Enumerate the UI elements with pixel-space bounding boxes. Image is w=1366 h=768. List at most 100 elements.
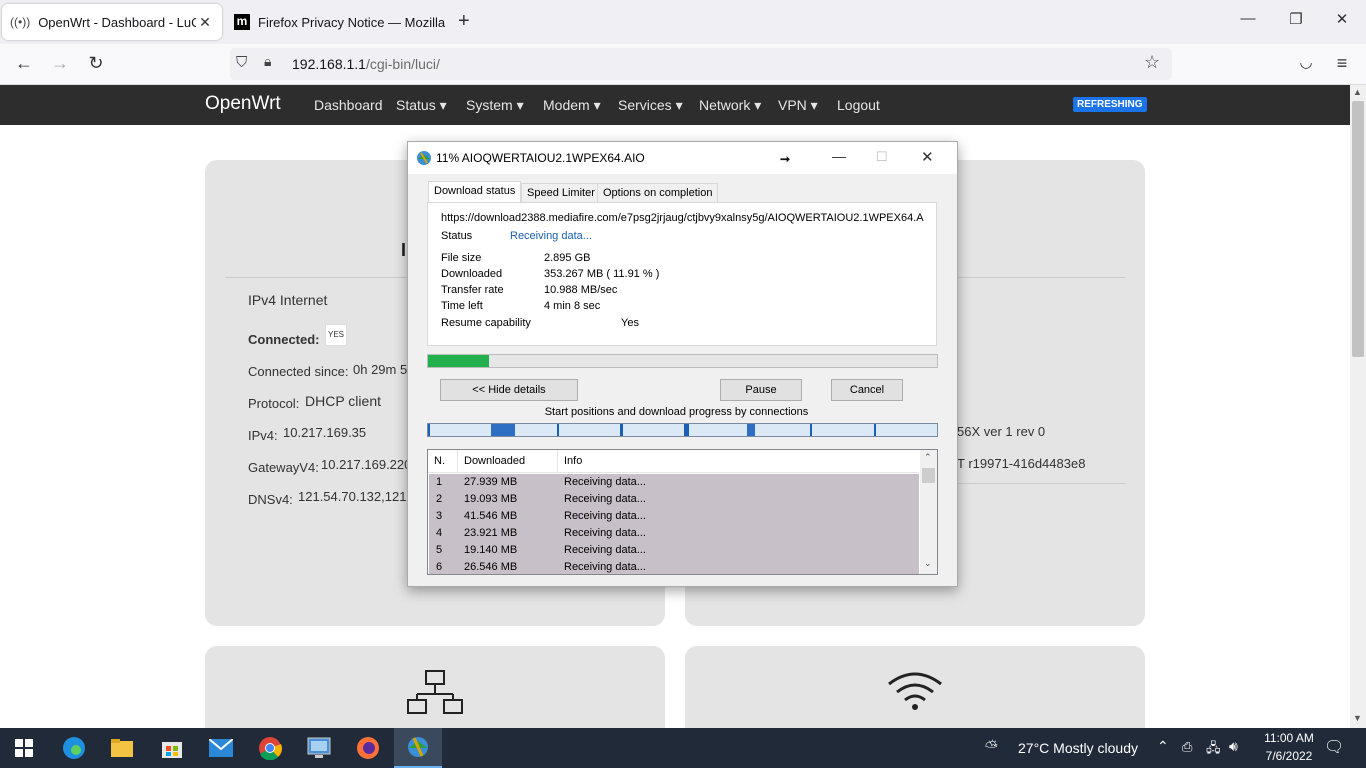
shield-icon[interactable]: ⛉: [236, 54, 247, 71]
broadcast-icon: ((•)): [10, 15, 31, 29]
edge-icon[interactable]: [50, 728, 98, 768]
list-scrollbar-thumb[interactable]: [922, 468, 935, 483]
column-header-info[interactable]: Info: [558, 450, 912, 472]
table-row[interactable]: 2 19.093 MB Receiving data...: [429, 491, 919, 508]
connected-since-value: 0h 29m 5: [353, 362, 408, 377]
restore-window-icon[interactable]: ❐: [1284, 10, 1308, 28]
connection-marker: [557, 424, 559, 436]
control-panel-icon[interactable]: [295, 728, 343, 768]
reload-icon[interactable]: ↻: [84, 53, 108, 74]
download-info-panel: https://download2388.mediafire.com/e7psg…: [427, 202, 937, 346]
menu-vpn[interactable]: VPN ▾: [778, 97, 818, 114]
table-row[interactable]: 6 26.546 MB Receiving data...: [429, 559, 919, 574]
maximize-dialog-icon[interactable]: ☐: [876, 149, 888, 165]
column-header-n[interactable]: N.: [428, 450, 458, 472]
url-path: /cgi-bin/luci/: [365, 56, 440, 72]
minimize-window-icon[interactable]: —: [1236, 10, 1260, 27]
weather-text[interactable]: 27°C Mostly cloudy: [1018, 740, 1138, 756]
tab-firefox-privacy[interactable]: m Firefox Privacy Notice — Mozilla: [226, 4, 454, 40]
status-value: Receiving data...: [510, 230, 592, 242]
cell-info: Receiving data...: [564, 561, 646, 573]
connections-list: N. Downloaded Info 1 27.939 MB Receiving d…: [427, 449, 938, 575]
menu-modem[interactable]: Modem ▾: [543, 97, 601, 114]
network-status-icon[interactable]: ⎙: [1182, 739, 1192, 755]
clock-time[interactable]: 11:00 AM: [1256, 731, 1322, 745]
notifications-icon[interactable]: 🗨︎: [1324, 737, 1344, 757]
menu-network[interactable]: Network ▾: [699, 97, 761, 114]
refreshing-badge[interactable]: REFRESHING: [1073, 97, 1147, 112]
table-row[interactable]: 4 23.921 MB Receiving data...: [429, 525, 919, 542]
url-bar[interactable]: ⛉ 🔒︎ 192.168.1.1/cgi-bin/luci/ ☆: [230, 48, 1172, 80]
connection-marker: [684, 424, 689, 436]
cell-n: 1: [436, 476, 443, 488]
tab-options-on-completion[interactable]: Options on completion: [597, 183, 719, 203]
hide-details-button[interactable]: << Hide details: [440, 379, 578, 401]
list-scrollbar[interactable]: ⌃ ⌄: [920, 450, 937, 574]
bookmark-star-icon[interactable]: ☆: [1144, 52, 1160, 73]
connected-label: Connected:: [248, 332, 320, 347]
menu-dashboard[interactable]: Dashboard: [314, 97, 383, 113]
menu-services[interactable]: Services ▾: [618, 97, 683, 114]
ethernet-icon[interactable]: 🖧︎: [1206, 739, 1221, 761]
menu-system[interactable]: System ▾: [466, 97, 524, 114]
cell-downloaded: 26.546 MB: [464, 561, 518, 573]
network-icon: [407, 670, 463, 714]
close-dialog-icon[interactable]: ✕: [921, 148, 934, 166]
connected-since-label: Connected since:: [248, 364, 349, 379]
menu-logout[interactable]: Logout: [837, 97, 880, 113]
download-url: https://download2388.mediafire.com/e7psg…: [441, 212, 924, 224]
weather-icon[interactable]: ⛅︎: [985, 739, 998, 757]
cell-n: 4: [436, 527, 443, 539]
connections-caption: Start positions and download progress by…: [544, 406, 809, 418]
forward-arrow-icon[interactable]: →: [48, 53, 72, 74]
dns-value: 121.54.70.132,121.: [298, 489, 411, 504]
menu-status[interactable]: Status ▾: [396, 97, 447, 114]
pocket-icon[interactable]: ◡: [1294, 53, 1318, 71]
scrollbar-thumb[interactable]: [1352, 101, 1364, 357]
tab-speed-limiter[interactable]: Speed Limiter: [521, 183, 601, 203]
protocol-value: DHCP client: [305, 393, 381, 409]
column-header-downloaded[interactable]: Downloaded: [458, 450, 558, 472]
cell-downloaded: 41.546 MB: [464, 510, 518, 522]
download-progress-bar: [427, 354, 938, 368]
cell-n: 3: [436, 510, 443, 522]
cell-downloaded: 19.140 MB: [464, 544, 518, 556]
back-arrow-icon[interactable]: ←: [12, 53, 36, 74]
arrow-icon: ➞: [780, 152, 791, 166]
windows-start-icon[interactable]: [0, 728, 48, 768]
mail-icon[interactable]: [197, 728, 245, 768]
lock-icon[interactable]: 🔒︎: [264, 53, 271, 70]
gateway-value: 10.217.169.220: [321, 457, 412, 472]
page-scrollbar[interactable]: ▲ ▼: [1350, 85, 1366, 728]
minimize-dialog-icon[interactable]: —: [832, 148, 846, 164]
connection-marker: [491, 424, 515, 436]
clock-date[interactable]: 7/6/2022: [1256, 749, 1322, 763]
table-row[interactable]: 5 19.140 MB Receiving data...: [429, 542, 919, 559]
dialog-titlebar[interactable]: 11% AIOQWERTAIOU2.1WPEX64.AIO ➞ — ☐ ✕: [408, 142, 957, 174]
scroll-down-icon[interactable]: ⌄: [924, 558, 932, 569]
scroll-up-icon[interactable]: ▲: [1353, 87, 1362, 97]
close-window-icon[interactable]: ✕: [1330, 10, 1354, 28]
close-tab-icon[interactable]: ✕: [196, 14, 214, 31]
download-dialog: 11% AIOQWERTAIOU2.1WPEX64.AIO ➞ — ☐ ✕ Do…: [407, 141, 958, 587]
url-host: 192.168.1.1: [292, 56, 366, 72]
wifi-icon: [888, 672, 942, 710]
pause-button[interactable]: Pause: [720, 379, 802, 401]
store-icon[interactable]: [148, 728, 196, 768]
firefox-icon[interactable]: [344, 728, 392, 768]
chevron-up-icon[interactable]: ⌃: [1157, 738, 1169, 755]
cancel-button[interactable]: Cancel: [831, 379, 903, 401]
openwrt-logo[interactable]: OpenWrt: [205, 93, 281, 115]
chrome-icon[interactable]: [246, 728, 294, 768]
table-row[interactable]: 1 27.939 MB Receiving data...: [429, 474, 919, 491]
hamburger-menu-icon[interactable]: ≡: [1330, 53, 1354, 74]
volume-icon[interactable]: 🔊︎: [1229, 738, 1238, 755]
idm-taskbar-icon[interactable]: [394, 728, 442, 768]
tab-download-status[interactable]: Download status: [428, 181, 522, 203]
table-row[interactable]: 3 41.546 MB Receiving data...: [429, 508, 919, 525]
tab-openwrt[interactable]: ((•)) OpenWrt - Dashboard - LuCI ✕: [2, 4, 222, 40]
new-tab-button[interactable]: +: [458, 10, 470, 33]
scroll-up-icon[interactable]: ⌃: [924, 452, 932, 463]
scroll-down-icon[interactable]: ▼: [1353, 713, 1362, 723]
file-explorer-icon[interactable]: [98, 728, 146, 768]
